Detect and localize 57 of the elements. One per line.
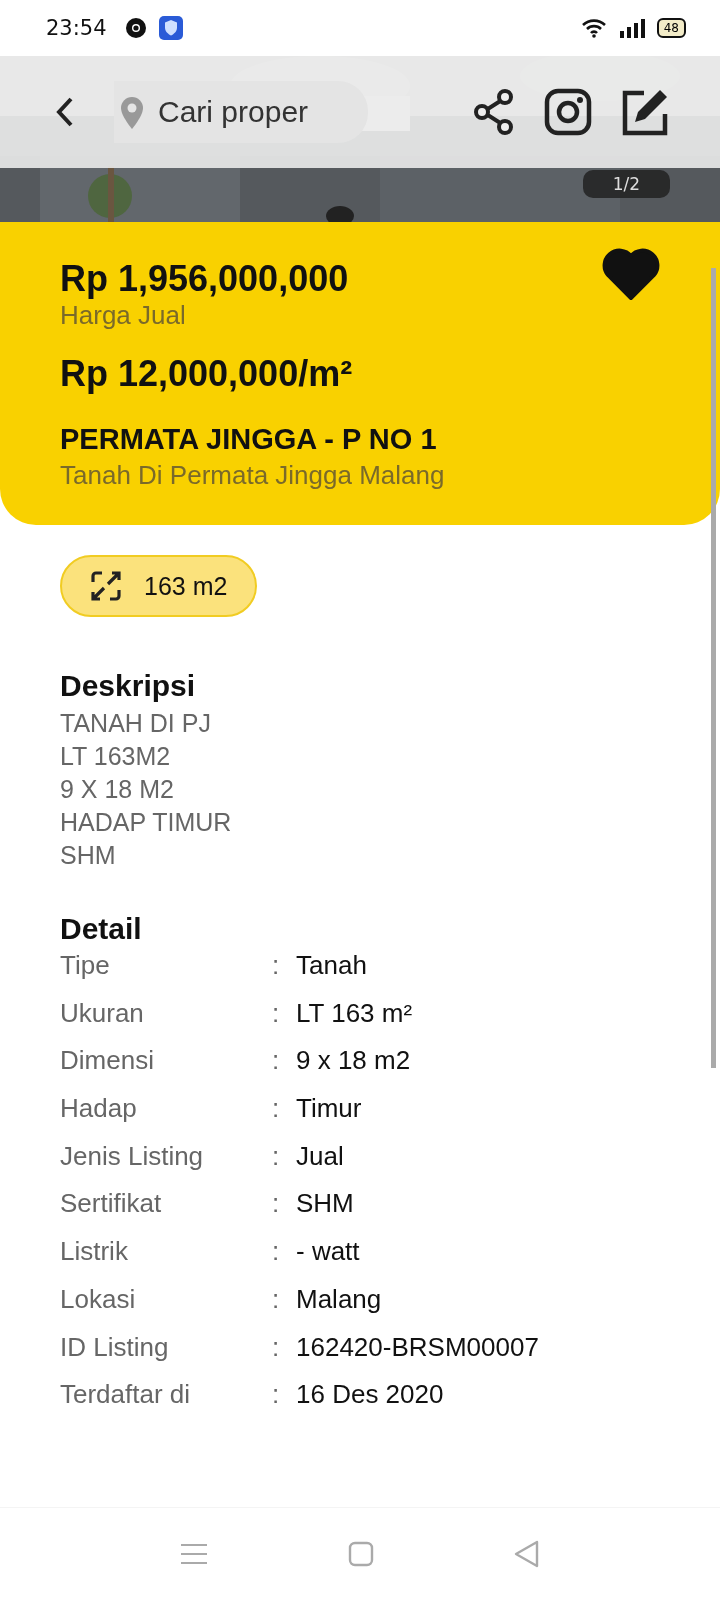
detail-value: Timur xyxy=(296,1093,362,1125)
colon: : xyxy=(272,1188,281,1220)
colon: : xyxy=(272,1236,281,1268)
share-icon[interactable] xyxy=(472,88,516,136)
detail-value: 16 Des 2020 xyxy=(296,1379,444,1411)
detail-value: Malang xyxy=(296,1283,382,1315)
description-line: SHM xyxy=(60,840,117,871)
instagram-icon[interactable] xyxy=(544,88,592,136)
detail-label: Lokasi xyxy=(60,1283,137,1315)
description-line: LT 163M2 xyxy=(60,741,172,772)
location-pin-icon xyxy=(120,96,144,130)
colon: : xyxy=(272,1140,281,1172)
detail-value: Tanah xyxy=(296,950,367,981)
detail-label: Sertifikat xyxy=(60,1188,163,1220)
detail-value: 9 x 18 m2 xyxy=(296,1045,411,1077)
detail-label: Terdaftar di xyxy=(60,1379,192,1411)
price-label: Harga Jual xyxy=(60,300,187,331)
resize-icon xyxy=(90,570,122,602)
colon: : xyxy=(272,1093,281,1125)
detail-label: Tipe xyxy=(60,950,111,981)
status-time: 23:54 xyxy=(46,16,107,40)
detail-label: Ukuran xyxy=(60,997,145,1029)
search-field[interactable]: Cari proper xyxy=(114,81,368,143)
image-counter: 1/2 xyxy=(582,170,670,198)
description-heading: Deskripsi xyxy=(60,669,197,703)
detail-value: SHM xyxy=(296,1188,354,1220)
detail-value: 162420-BRSM00007 xyxy=(296,1331,539,1363)
detail-value: Jual xyxy=(296,1140,344,1172)
price: Rp 1,956,000,000 xyxy=(60,258,349,300)
detail-heading: Detail xyxy=(60,912,143,946)
shield-icon xyxy=(158,16,183,40)
price-per-area: Rp 12,000,000/m² xyxy=(60,353,660,395)
colon: : xyxy=(272,1379,281,1411)
area-text: 163 m2 xyxy=(144,571,228,601)
description-line: TANAH DI PJ xyxy=(60,708,212,739)
colon: : xyxy=(272,997,281,1029)
detail-value: - watt xyxy=(296,1236,360,1268)
detail-label: Hadap xyxy=(60,1093,138,1125)
browser-icon xyxy=(124,17,147,39)
colon: : xyxy=(272,1331,281,1363)
description-line: HADAP TIMUR xyxy=(60,807,233,838)
description-line: 9 X 18 M2 xyxy=(60,774,175,805)
wifi-icon xyxy=(580,18,607,38)
listing-title: PERMATA JINGGA - P NO 1 xyxy=(60,423,438,456)
detail-label: Listrik xyxy=(60,1236,129,1268)
edit-icon[interactable] xyxy=(620,87,670,137)
colon: : xyxy=(272,950,281,981)
colon: : xyxy=(272,1283,281,1315)
battery-indicator: 48 xyxy=(656,18,686,38)
detail-value: LT 163 m² xyxy=(296,997,413,1029)
listing-subtitle: Tanah Di Permata Jingga Malang xyxy=(60,460,446,491)
colon: : xyxy=(272,1045,281,1077)
signal-icon xyxy=(618,18,645,38)
detail-label: Jenis Listing xyxy=(60,1140,205,1172)
heart-icon[interactable] xyxy=(602,248,660,300)
detail-label: ID Listing xyxy=(60,1331,170,1363)
detail-label: Dimensi xyxy=(60,1045,155,1077)
